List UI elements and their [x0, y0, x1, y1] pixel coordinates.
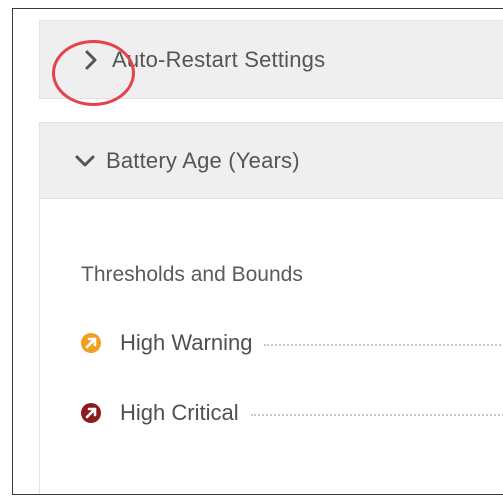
- battery-age-title: Battery Age (Years): [106, 147, 300, 173]
- auto-restart-settings-panel: Auto-Restart Settings: [39, 20, 503, 99]
- threshold-label: High Warning: [120, 330, 253, 355]
- auto-restart-settings-title: Auto-Restart Settings: [112, 46, 326, 72]
- threshold-row-high-warning[interactable]: High Warning: [80, 328, 503, 358]
- leader-dots: [250, 414, 503, 416]
- battery-age-header[interactable]: Battery Age (Years): [40, 123, 503, 199]
- auto-restart-settings-header[interactable]: Auto-Restart Settings: [40, 21, 503, 98]
- chevron-down-icon[interactable]: [74, 150, 96, 172]
- screenshot-frame: Auto-Restart Settings Battery Age (Years…: [12, 8, 503, 495]
- thresholds-and-bounds-heading: Thresholds and Bounds: [81, 263, 303, 286]
- threshold-label: High Critical: [120, 400, 239, 425]
- threshold-row-high-critical[interactable]: High Critical: [80, 398, 503, 428]
- high-warning-icon: [80, 332, 102, 354]
- chevron-right-icon[interactable]: [80, 49, 102, 71]
- leader-dots: [264, 344, 503, 346]
- high-critical-icon: [80, 402, 102, 424]
- battery-age-panel: Battery Age (Years) Thresholds and Bound…: [39, 122, 503, 494]
